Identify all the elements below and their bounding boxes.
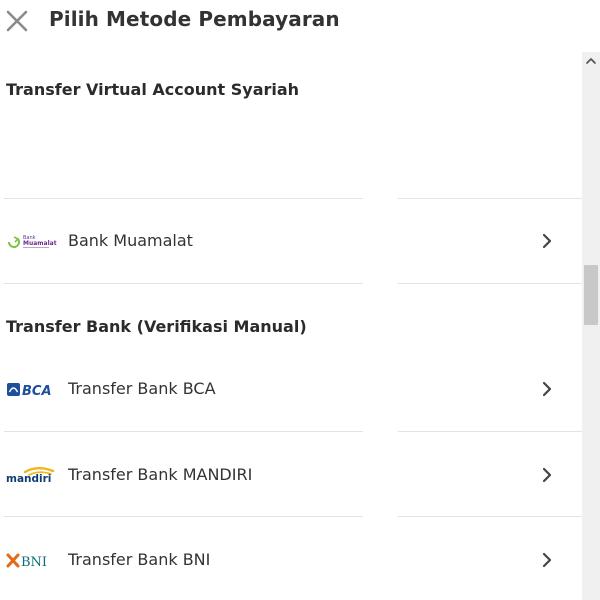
divider (398, 516, 582, 517)
payment-option-bni[interactable]: BNI Transfer Bank BNI (0, 531, 582, 591)
svg-text:BNI: BNI (21, 555, 47, 570)
scroll-up-arrow-icon[interactable] (582, 52, 600, 70)
bca-logo: BCA (7, 383, 52, 399)
divider (398, 283, 582, 284)
mandiri-logo: mandiri (6, 467, 55, 485)
scrollbar[interactable] (582, 52, 600, 600)
divider (398, 198, 582, 199)
section-title-va-syariah: Transfer Virtual Account Syariah (6, 80, 300, 99)
divider (398, 431, 582, 432)
bni-logo: BNI (6, 553, 47, 570)
svg-text:BCA: BCA (22, 384, 52, 399)
bank-muamalat-logo: Bank Muamalat (8, 235, 57, 248)
payment-option-mandiri[interactable]: mandiri Transfer Bank MANDIRI (0, 446, 582, 506)
payment-option-label: Transfer Bank BCA (68, 379, 216, 398)
header: Pilih Metode Pembayaran (0, 0, 600, 44)
close-icon[interactable] (4, 8, 30, 34)
chevron-right-icon (542, 467, 552, 483)
payment-method-list: Transfer Virtual Account Syariah Bank Mu… (0, 52, 582, 600)
section-title-bank-transfer: Transfer Bank (Verifikasi Manual) (6, 317, 307, 336)
payment-option-bank-muamalat[interactable]: Bank Muamalat Bank Muamalat (0, 212, 582, 272)
page-title: Pilih Metode Pembayaran (49, 7, 340, 31)
payment-option-label: Transfer Bank MANDIRI (68, 465, 253, 484)
payment-option-label: Transfer Bank BNI (68, 550, 211, 569)
scrollbar-thumb[interactable] (584, 265, 598, 325)
chevron-right-icon (542, 381, 552, 397)
chevron-right-icon (542, 552, 552, 568)
payment-option-bca[interactable]: BCA Transfer Bank BCA (0, 360, 582, 420)
divider (4, 283, 363, 284)
divider (4, 516, 363, 517)
divider (4, 198, 363, 199)
payment-option-label: Bank Muamalat (68, 231, 193, 250)
svg-text:Muamalat: Muamalat (23, 240, 57, 247)
chevron-right-icon (542, 233, 552, 249)
svg-text:mandiri: mandiri (6, 473, 51, 485)
divider (4, 431, 363, 432)
